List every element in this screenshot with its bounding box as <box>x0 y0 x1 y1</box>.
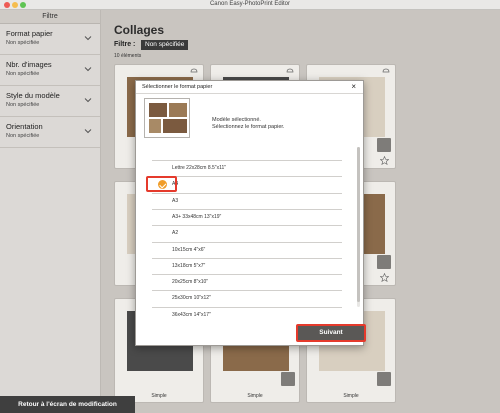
paper-size-option[interactable]: 20x25cm 8"x10" <box>152 275 342 291</box>
chevron-down-icon <box>84 129 92 134</box>
filter-format-papier[interactable]: Format papier Non spécifiée <box>0 24 100 55</box>
scrollbar-thumb[interactable] <box>357 147 360 302</box>
star-icon[interactable] <box>380 156 389 165</box>
download-icon <box>286 68 294 73</box>
paper-size-option[interactable]: A3+ 33x48cm 13"x19" <box>152 210 342 226</box>
paper-size-label: A3 <box>172 197 179 204</box>
paper-size-option[interactable]: 10x15cm 4"x6" <box>152 243 342 259</box>
chevron-down-icon <box>84 67 92 72</box>
filter-nbr-images[interactable]: Nbr. d'images Non spécifiée <box>0 55 100 86</box>
paper-size-label: A3+ 33x48cm 13"x19" <box>172 213 222 220</box>
paper-size-option[interactable]: A3 <box>152 194 342 210</box>
paper-size-label: 20x25cm 8"x10" <box>172 279 209 286</box>
download-icon <box>382 68 390 73</box>
star-icon[interactable] <box>380 273 389 282</box>
zoom-button[interactable] <box>377 138 391 152</box>
template-caption: Simple <box>343 393 359 399</box>
filter-badge[interactable]: Non spécifiée <box>141 40 189 50</box>
back-to-edit-button[interactable]: Retour à l'écran de modification <box>0 396 135 413</box>
dialog-message: Modèle sélectionné. Sélectionnez le form… <box>212 117 284 131</box>
dialog-message-line: Sélectionnez le format papier. <box>212 124 285 130</box>
paper-size-label: Lettre 22x28cm 8.5"x11" <box>172 165 227 171</box>
paper-size-label: 36x43cm 14"x17" <box>172 311 211 318</box>
paper-size-label: A2 <box>172 230 179 237</box>
paper-size-option[interactable]: 13x18cm 5"x7" <box>152 259 342 275</box>
dialog-divider <box>136 93 363 94</box>
paper-size-label: 13x18cm 5"x7" <box>172 262 206 269</box>
filter-style-modele[interactable]: Style du modèle Non spécifiée <box>0 86 100 117</box>
paper-size-option[interactable]: 36x43cm 14"x17" <box>152 308 342 324</box>
chevron-down-icon <box>84 98 92 103</box>
paper-size-option[interactable]: Lettre 22x28cm 8.5"x11" <box>152 161 342 177</box>
zoom-button[interactable] <box>377 255 391 269</box>
next-button[interactable]: Suivant <box>296 324 366 342</box>
paper-size-dialog: Sélectionner le format papier × Modèle s… <box>135 80 364 346</box>
filter-label: Filtre : <box>114 41 136 48</box>
dialog-title: Sélectionner le format papier <box>142 84 213 90</box>
paper-size-option[interactable]: 25x30cm 10"x12" <box>152 291 342 307</box>
sidebar-header: Filtre <box>0 10 100 24</box>
download-icon <box>190 68 198 73</box>
dialog-message-line: Modèle sélectionné. <box>212 117 261 123</box>
item-count: 10 éléments <box>114 53 142 59</box>
template-caption: Simple <box>247 393 263 399</box>
filter-orientation[interactable]: Orientation Non spécifiée <box>0 117 100 148</box>
window-titlebar: Canon Easy-PhotoPrint Editor <box>0 0 500 10</box>
close-icon[interactable]: × <box>351 82 356 91</box>
chevron-down-icon <box>84 36 92 41</box>
filter-sidebar: Filtre Format papier Non spécifiée Nbr. … <box>0 10 101 413</box>
paper-size-label: 10x15cm 4"x6" <box>172 246 206 253</box>
zoom-button[interactable] <box>377 372 391 386</box>
zoom-button[interactable] <box>281 372 295 386</box>
window-title: Canon Easy-PhotoPrint Editor <box>209 1 291 7</box>
selected-template-thumbnail <box>144 98 190 138</box>
page-title: Collages <box>114 23 165 37</box>
selection-highlight <box>146 176 177 192</box>
paper-size-option[interactable]: A2 <box>152 226 342 242</box>
list-scrollbar[interactable] <box>357 147 360 307</box>
paper-size-option[interactable]: A4 <box>152 177 342 193</box>
paper-size-label: 25x30cm 10"x12" <box>172 295 211 302</box>
